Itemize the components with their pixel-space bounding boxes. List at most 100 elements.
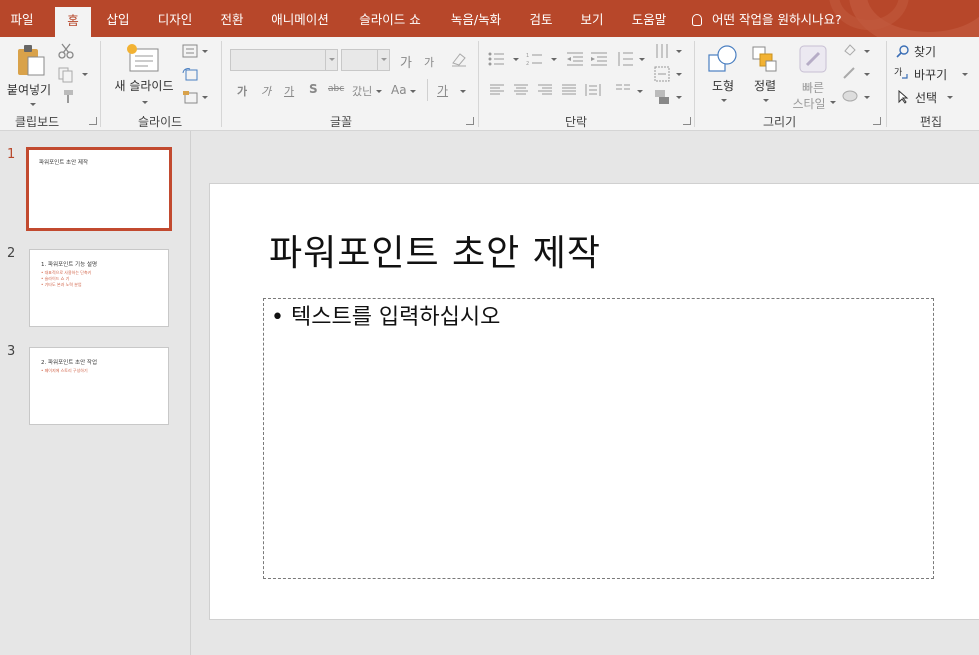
line-spacing-icon[interactable] (616, 51, 634, 67)
slide-thumbnail-3[interactable]: 2. 파워포인트 초안 작업 • 페이지에 스토리 구성하기 (29, 347, 169, 425)
svg-text:2: 2 (526, 61, 529, 66)
shadow-icon[interactable]: S (309, 82, 318, 96)
bullets-icon[interactable] (488, 52, 506, 66)
align-center-icon[interactable] (513, 84, 529, 96)
clear-formatting-icon[interactable] (450, 51, 468, 67)
strikethrough-icon[interactable]: abc (328, 84, 344, 94)
arrange-button[interactable]: 정렬 (746, 41, 784, 107)
section-icon[interactable] (182, 90, 198, 104)
tab-transitions[interactable]: 전환 (212, 0, 252, 37)
reset-icon[interactable] (182, 67, 198, 81)
slide-title[interactable]: 파워포인트 초안 제작 (269, 224, 601, 276)
tab-design[interactable]: 디자인 (151, 0, 199, 37)
thumbnail-title: 1. 파워포인트 기능 설명 (41, 262, 98, 268)
distributed-icon[interactable] (585, 83, 601, 97)
shape-fill-icon[interactable] (842, 43, 858, 57)
replace-icon: 가 (894, 67, 908, 79)
group-label-editing: 편집 (920, 115, 943, 129)
tab-review[interactable]: 검토 (522, 0, 560, 37)
paste-button[interactable]: 붙여넣기 (4, 41, 54, 107)
grow-font-icon[interactable]: 가 (400, 52, 412, 71)
content-placeholder[interactable]: • 텍스트를 입력하십시오 (263, 298, 934, 579)
group-label-paragraph: 단락 (565, 115, 588, 129)
tab-animations[interactable]: 애니메이션 (264, 0, 336, 37)
convert-smartart-icon[interactable] (654, 89, 670, 105)
svg-text:1: 1 (526, 53, 529, 59)
decrease-indent-icon[interactable] (566, 52, 584, 66)
slide-number: 2 (7, 246, 16, 261)
tab-file[interactable]: 파일 (2, 0, 42, 37)
underline-icon[interactable]: 가 (284, 83, 294, 99)
change-case-icon[interactable]: Aa (391, 83, 407, 97)
tab-record[interactable]: 녹음/녹화 (443, 0, 509, 37)
quick-styles-button[interactable]: 빠른 스타일 (786, 41, 840, 111)
shapes-icon (708, 45, 737, 72)
clipboard-launcher-icon[interactable] (89, 117, 97, 125)
shape-effects-icon[interactable] (842, 89, 858, 103)
quick-styles-icon (799, 45, 827, 73)
tell-me-text: 어떤 작업을 원하시나요? (712, 12, 842, 27)
tab-home[interactable]: 홈 (55, 7, 91, 37)
shrink-font-icon[interactable]: 가 (424, 54, 434, 70)
new-slide-button[interactable]: 새 슬라이드 (108, 41, 180, 107)
shapes-button[interactable]: 도형 (704, 41, 742, 107)
format-painter-icon[interactable] (58, 89, 74, 105)
paragraph-launcher-icon[interactable] (683, 117, 691, 125)
paste-label: 붙여넣기 (6, 83, 52, 97)
ribbon-tab-bar: 파일 홈 삽입 디자인 전환 애니메이션 슬라이드 쇼 녹음/녹화 검토 보기 … (0, 0, 979, 37)
italic-icon[interactable]: 가 (261, 83, 271, 99)
slide-thumbnail-2[interactable]: 1. 파워포인트 기능 설명 • 대표적으로 사용하는 단축키 • 슬라이드 쇼… (29, 249, 169, 327)
tab-slideshow[interactable]: 슬라이드 쇼 (350, 0, 430, 37)
shape-outline-icon[interactable] (842, 66, 858, 80)
drawing-launcher-icon[interactable] (873, 117, 881, 125)
tab-help[interactable]: 도움말 (624, 0, 674, 37)
ribbon-home: 붙여넣기 클립보드 새 슬라이드 슬라이드 가 가 가 가 가 S abc 갔닌 (0, 37, 979, 131)
slide-number: 1 (7, 147, 16, 162)
body-bullet-text[interactable]: • 텍스트를 입력하십시오 (271, 299, 500, 331)
tab-view[interactable]: 보기 (573, 0, 611, 37)
select-button[interactable]: 선택 (897, 89, 967, 105)
font-launcher-icon[interactable] (466, 117, 474, 125)
select-cursor-icon (898, 90, 909, 104)
clipboard-paste-icon (18, 45, 45, 76)
slide-thumbnail-1[interactable]: 파워포인트 초안 제작 (26, 147, 172, 231)
thumbnail-title: 파워포인트 초안 제작 (39, 160, 89, 166)
slide-editing-canvas[interactable]: 파워포인트 초안 제작 • 텍스트를 입력하십시오 (209, 183, 979, 620)
tell-me-search[interactable]: 어떤 작업을 원하시나요? (692, 0, 842, 37)
text-direction-icon[interactable] (654, 43, 670, 59)
align-left-icon[interactable] (489, 84, 505, 96)
group-label-drawing: 그리기 (763, 115, 797, 129)
font-name-select[interactable] (230, 49, 338, 71)
layout-icon[interactable] (182, 44, 198, 58)
lightbulb-icon (692, 14, 702, 26)
font-size-select[interactable] (341, 49, 390, 71)
cut-icon[interactable] (58, 43, 74, 59)
arrange-label: 정렬 (753, 79, 777, 93)
thumbnail-title: 2. 파워포인트 초안 작업 (41, 360, 98, 366)
character-spacing-icon[interactable]: 갔닌 (352, 83, 372, 99)
copy-icon[interactable] (58, 67, 74, 83)
thumbnail-bullet: • 페이지에 스토리 구성하기 (41, 368, 88, 373)
numbering-icon[interactable]: 12 (526, 52, 544, 66)
align-text-icon[interactable] (654, 66, 670, 82)
replace-button[interactable]: 가 바꾸기 (894, 66, 972, 82)
new-slide-icon (127, 44, 159, 72)
find-label: 찾기 (914, 45, 937, 59)
quick-styles-label-2: 스타일 (792, 97, 826, 111)
increase-indent-icon[interactable] (590, 52, 608, 66)
find-button[interactable]: 찾기 (896, 43, 956, 59)
font-color-icon[interactable]: 가 (437, 82, 448, 99)
tab-insert[interactable]: 삽입 (100, 0, 136, 37)
bold-icon[interactable]: 가 (237, 83, 247, 99)
replace-label: 바꾸기 (914, 68, 948, 82)
justify-icon[interactable] (561, 84, 577, 96)
quick-styles-label-1: 빠른 (801, 81, 825, 95)
slide-number: 3 (7, 344, 16, 359)
find-icon (896, 45, 909, 58)
svg-text:가: 가 (894, 67, 902, 78)
slide-thumbnail-pane: 1 파워포인트 초안 제작 2 1. 파워포인트 기능 설명 • 대표적으로 사… (0, 131, 191, 655)
columns-icon[interactable] (615, 84, 631, 96)
group-label-clipboard: 클립보드 (15, 115, 60, 129)
align-right-icon[interactable] (537, 84, 553, 96)
thumbnail-bullet: • 기타도 본과 노력 분업 (41, 282, 82, 287)
